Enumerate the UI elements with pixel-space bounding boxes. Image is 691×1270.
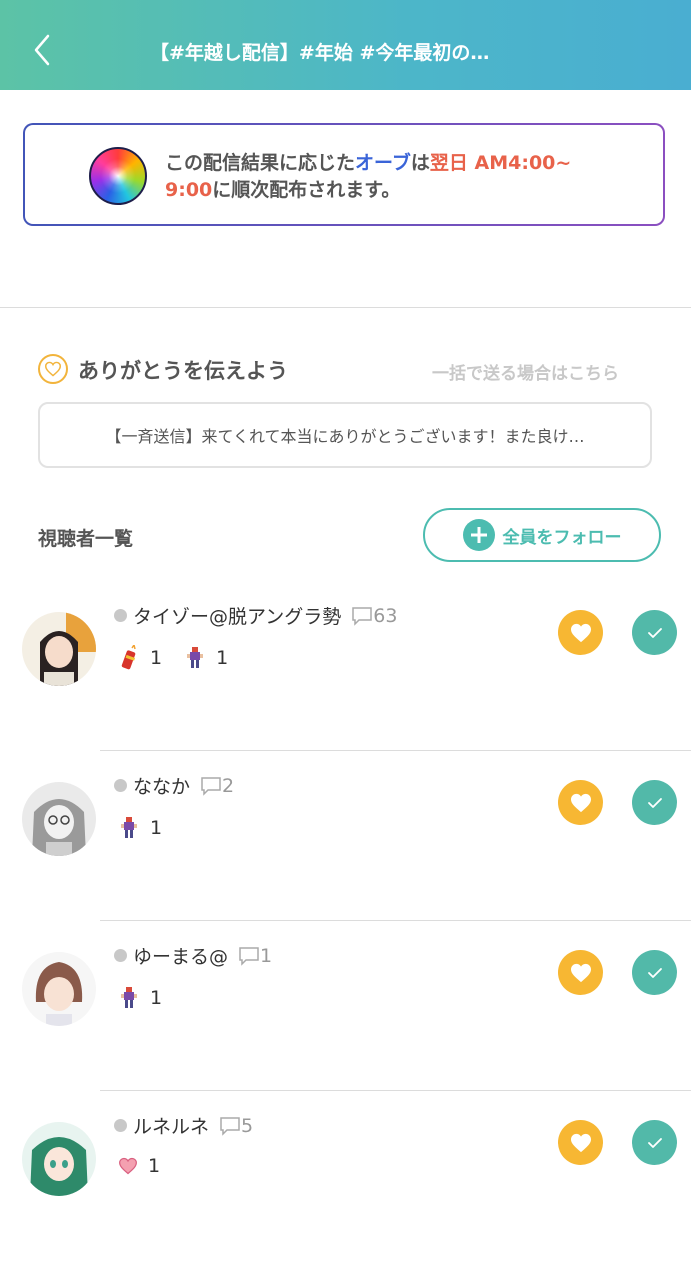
viewer-row: ルネルネ 5 1 (0, 1100, 691, 1270)
pixel-character-icon (121, 987, 137, 1008)
back-button[interactable] (30, 30, 60, 70)
viewer-name: タイゾー@脱アングラ勢 (133, 606, 342, 628)
status-dot (114, 949, 127, 962)
viewer-name: ゆーまる@ (133, 946, 229, 968)
gift-list: 1 (118, 815, 184, 841)
section-divider (0, 307, 691, 308)
viewer-name-row: ルネルネ 5 (114, 1112, 253, 1139)
check-icon (647, 627, 662, 638)
send-heart-button[interactable] (558, 780, 603, 825)
followed-check-button[interactable] (632, 950, 677, 995)
follow-all-label: 全員をフォロー (502, 527, 622, 548)
heart-icon (570, 1133, 591, 1152)
time-range-end: 9:00 (165, 179, 213, 201)
gift-item: 1 (118, 815, 162, 841)
orb-notice-card: この配信結果に応じたオーブは翌日 AM4:00~ 9:00に順次配布されます。 (23, 123, 665, 226)
follow-all-button[interactable]: 全員をフォロー (423, 508, 661, 562)
pixel-character-icon (187, 647, 204, 668)
pixel-character-icon (121, 817, 137, 838)
thanks-message-box[interactable]: 【一斉送信】来てくれて本当にありがとうございます！また良け… (38, 402, 652, 468)
plus-icon (462, 519, 495, 551)
comment-count: 5 (219, 1115, 253, 1137)
check-icon (647, 967, 662, 978)
status-dot (114, 779, 127, 792)
avatar[interactable] (22, 782, 96, 856)
gift-item: 1 (184, 645, 228, 671)
firework-icon (121, 645, 136, 670)
comment-icon (201, 776, 221, 796)
send-heart-button[interactable] (558, 950, 603, 995)
header-bar: 【#年越し配信】#年始 #今年最初の… (0, 0, 691, 90)
avatar[interactable] (22, 952, 96, 1026)
orb-word: オーブ (355, 152, 411, 174)
status-dot (114, 609, 127, 622)
comment-icon (220, 1116, 240, 1136)
comment-count: 2 (200, 775, 234, 797)
viewer-row: タイゾー@脱アングラ勢 63 1 1 (0, 590, 691, 760)
comment-count: 1 (238, 945, 272, 967)
heart-icon (570, 793, 591, 812)
heart-icon (570, 963, 591, 982)
viewer-name: ななか (133, 776, 191, 798)
orb-icon (89, 147, 147, 205)
viewer-list-title: 視聴者一覧 (38, 528, 134, 550)
check-icon (647, 797, 662, 808)
heart-outline-icon (38, 354, 68, 384)
check-icon (647, 1137, 662, 1148)
followed-check-button[interactable] (632, 610, 677, 655)
time-range-start: 翌日 AM4:00~ (429, 152, 572, 174)
viewer-name: ルネルネ (133, 1116, 210, 1138)
viewer-name-row: ななか 2 (114, 772, 234, 799)
gift-item: 1 (118, 645, 162, 671)
heart-icon (570, 623, 591, 642)
thanks-message-text: 【一斉送信】来てくれて本当にありがとうございます！また良け… (105, 427, 585, 446)
followed-check-button[interactable] (632, 1120, 677, 1165)
avatar[interactable] (22, 1122, 96, 1196)
viewer-name-row: ゆーまる@ 1 (114, 942, 272, 969)
viewer-row: ななか 2 1 (0, 760, 691, 930)
comment-count: 63 (351, 605, 397, 627)
send-heart-button[interactable] (558, 610, 603, 655)
gift-item: 1 (118, 985, 162, 1011)
gift-list: 1 (118, 985, 184, 1011)
gift-item: 1 (118, 1155, 160, 1177)
viewer-name-row: タイゾー@脱アングラ勢 63 (114, 602, 397, 629)
viewer-row: ゆーまる@ 1 1 (0, 930, 691, 1100)
page-title: 【#年越し配信】#年始 #今年最初の… (150, 42, 490, 64)
bulk-send-link[interactable]: 一括で送る場合はこちら (432, 359, 619, 384)
chevron-left-icon (34, 34, 50, 66)
followed-check-button[interactable] (632, 780, 677, 825)
notice-text: この配信結果に応じたオーブは翌日 AM4:00~ 9:00に順次配布されます。 (165, 152, 572, 201)
row-divider (100, 750, 691, 751)
row-divider (100, 920, 691, 921)
send-heart-button[interactable] (558, 1120, 603, 1165)
row-divider (100, 1090, 691, 1091)
gift-list: 1 1 (118, 645, 250, 671)
avatar[interactable] (22, 612, 96, 686)
comment-icon (352, 606, 372, 626)
gift-list: 1 (118, 1155, 182, 1177)
status-dot (114, 1119, 127, 1132)
comment-icon (239, 946, 259, 966)
thanks-section-title: ありがとうを伝えよう (78, 359, 288, 383)
heart-gift-icon (119, 1157, 137, 1175)
